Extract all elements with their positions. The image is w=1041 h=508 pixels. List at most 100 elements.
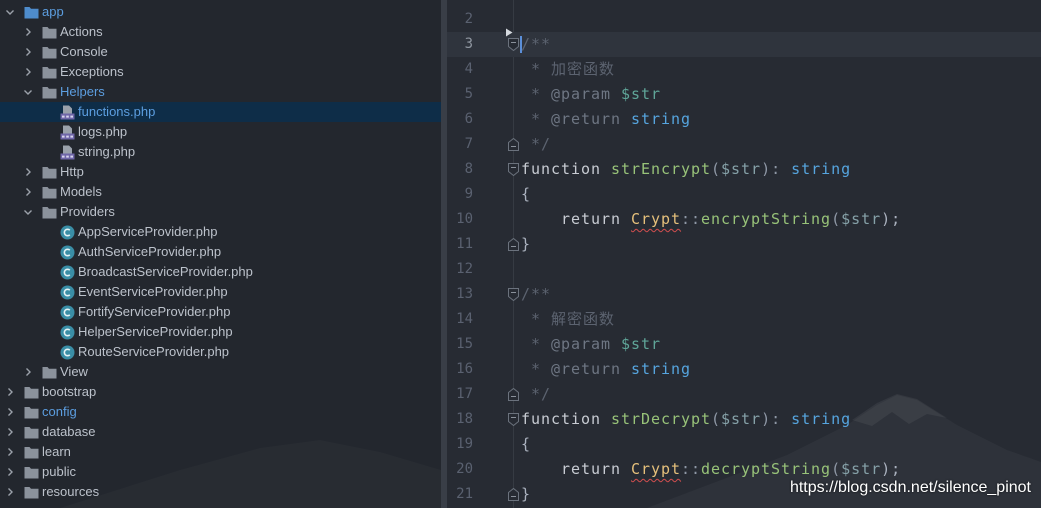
tree-item-config[interactable]: config [0,402,441,422]
tree-item-fortifyserviceprovider-php[interactable]: FortifyServiceProvider.php [0,302,441,322]
code-line[interactable]: 3 /** [447,28,1041,57]
code-token: $str [841,460,882,478]
code-line[interactable]: 12 [447,257,1041,282]
code-text: */ [521,382,551,407]
tree-item-app[interactable]: app [0,2,441,22]
tree-item-functions-php[interactable]: functions.php [0,102,441,122]
chevron-right-icon[interactable] [4,426,16,438]
tree-item-label: logs.php [78,124,128,139]
tree-item-models[interactable]: Models [0,182,441,202]
code-line[interactable]: 13 /** [447,282,1041,307]
tree-item-public[interactable]: public [0,462,441,482]
code-token: :: [681,210,702,228]
fold-start-icon[interactable] [508,413,519,426]
code-token: ); [881,210,902,228]
chevron-right-icon[interactable] [4,486,16,498]
code-line[interactable]: 9{ [447,182,1041,207]
tree-item-broadcastserviceprovider-php[interactable]: BroadcastServiceProvider.php [0,262,441,282]
chevron-down-icon[interactable] [22,206,34,218]
line-number: 10 [456,211,473,227]
gutter-arrow-icon[interactable] [505,28,513,37]
fold-end-icon[interactable] [508,238,519,251]
chevron-right-icon[interactable] [4,406,16,418]
code-line[interactable]: 6 * @return string [447,107,1041,132]
chevron-right-icon[interactable] [4,386,16,398]
project-tree[interactable]: app Actions Console Exceptions Helpers functi… [0,0,441,508]
tree-item-http[interactable]: Http [0,162,441,182]
chevron-right-icon[interactable] [22,166,34,178]
tree-item-label: AppServiceProvider.php [78,224,218,239]
tree-item-actions[interactable]: Actions [0,22,441,42]
tree-item-string-php[interactable]: string.php [0,142,441,162]
tree-item-appserviceprovider-php[interactable]: AppServiceProvider.php [0,222,441,242]
chevron-right-icon[interactable] [4,446,16,458]
code-line[interactable]: 11} [447,232,1041,257]
tree-item-helpers[interactable]: Helpers [0,82,441,102]
code-line[interactable]: 7 */ [447,132,1041,157]
code-line[interactable]: 2 [447,7,1041,32]
tree-item-providers[interactable]: Providers [0,202,441,222]
tree-item-label: RouteServiceProvider.php [78,344,230,359]
chevron-down-icon[interactable] [22,86,34,98]
code-token: strEncrypt [611,160,712,178]
code-line[interactable]: 17 */ [447,382,1041,407]
fold-start-icon[interactable] [508,38,519,51]
code-text: * @param $str [521,82,661,107]
code-token: * [521,360,552,378]
tree-item-logs-php[interactable]: logs.php [0,122,441,142]
code-line[interactable]: 15 * @param $str [447,332,1041,357]
tree-item-eventserviceprovider-php[interactable]: EventServiceProvider.php [0,282,441,302]
tree-item-label: learn [42,444,71,459]
fold-start-icon[interactable] [508,288,519,301]
tree-item-label: Models [60,184,102,199]
tree-item-console[interactable]: Console [0,42,441,62]
code-token: /** [521,285,552,303]
chevron-right-icon[interactable] [22,186,34,198]
code-line[interactable]: 5 * @param $str [447,82,1041,107]
watermark: https://blog.csdn.net/silence_pinot [789,479,1031,496]
code-token: * 加密函数 [521,60,615,78]
chevron-right-icon[interactable] [4,466,16,478]
php-class-icon [60,225,75,240]
chevron-right-icon[interactable] [22,26,34,38]
tree-item-resources[interactable]: resources [0,482,441,502]
code-token: $str [721,410,762,428]
code-token: ): [761,160,792,178]
tree-item-database[interactable]: database [0,422,441,442]
tree-item-exceptions[interactable]: Exceptions [0,62,441,82]
tree-item-helperserviceprovider-php[interactable]: HelperServiceProvider.php [0,322,441,342]
php-class-icon [60,245,75,260]
tree-item-label: Exceptions [60,64,124,79]
chevron-right-icon[interactable] [22,46,34,58]
line-number: 2 [464,11,473,27]
code-text: { [521,182,531,207]
code-token: $str [841,210,882,228]
code-token: } [521,485,532,503]
code-line[interactable]: 16 * @return string [447,357,1041,382]
code-line[interactable]: 14 * 解密函数 [447,307,1041,332]
tree-item-view[interactable]: View [0,362,441,382]
code-line[interactable]: 8 function strEncrypt($str): string [447,157,1041,182]
fold-end-icon[interactable] [508,388,519,401]
fold-end-icon[interactable] [508,488,519,501]
code-lines[interactable]: 2 3/** 4 * 加密函数 5 * @param $str 6 * @return … [447,0,1041,508]
code-editor[interactable]: 2 3/** 4 * 加密函数 5 * @param $str 6 * @return … [447,0,1041,508]
tree-item-label: FortifyServiceProvider.php [78,304,231,319]
project-tree-panel[interactable]: app Actions Console Exceptions Helpers functi… [0,0,441,508]
fold-end-icon[interactable] [508,138,519,151]
code-line[interactable]: 4 * 加密函数 [447,57,1041,82]
code-text: */ [521,132,551,157]
tree-item-authserviceprovider-php[interactable]: AuthServiceProvider.php [0,242,441,262]
tree-item-label: resources [42,484,100,499]
code-line[interactable]: 10 return Crypt::encryptString($str); [447,207,1041,232]
chevron-down-icon[interactable] [4,6,16,18]
code-line[interactable]: 19 { [447,432,1041,457]
tree-item-learn[interactable]: learn [0,442,441,462]
chevron-right-icon[interactable] [22,366,34,378]
tree-item-bootstrap[interactable]: bootstrap [0,382,441,402]
chevron-right-icon[interactable] [22,66,34,78]
code-line[interactable]: 18 function strDecrypt($str): string [447,407,1041,432]
tree-item-routeserviceprovider-php[interactable]: RouteServiceProvider.php [0,342,441,362]
fold-start-icon[interactable] [508,163,519,176]
code-token: /** [521,35,552,53]
